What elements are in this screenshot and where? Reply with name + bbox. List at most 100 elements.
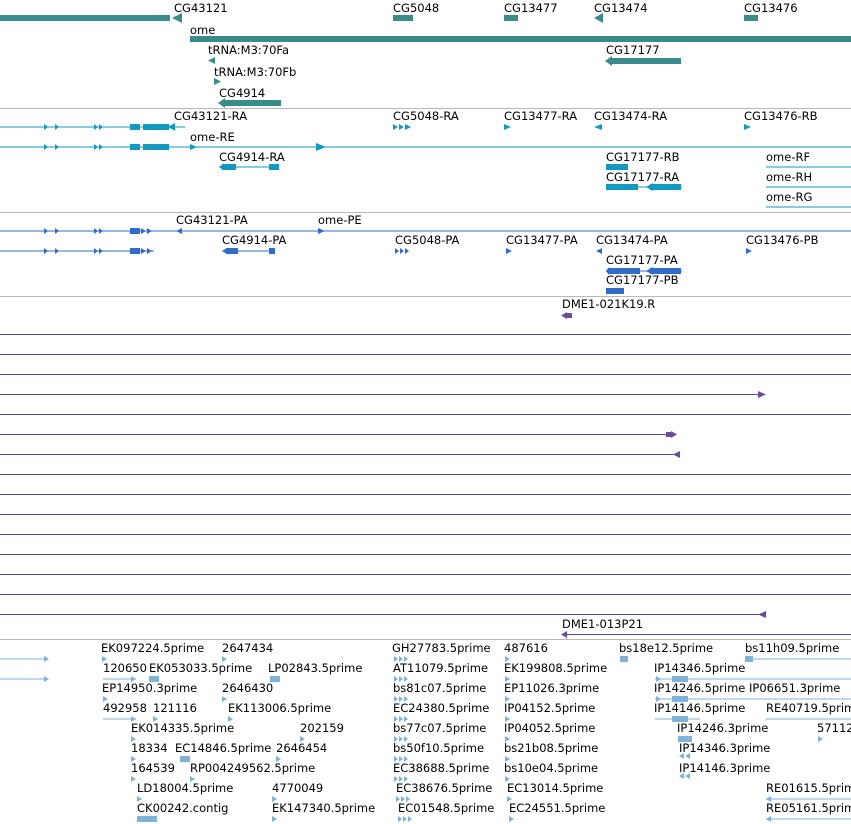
gene-cg17177-bar[interactable] [610,58,681,64]
bac-dme1-013p21-line[interactable] [566,634,851,635]
protein-cg5048-pa-glyph[interactable] [395,246,415,256]
est-label: EK113006.5prime [228,701,332,715]
est-label: EC24551.5prime [509,801,606,815]
protein-label: CG43121-PA [176,213,248,227]
transcript-label: CG4914-RA [219,150,285,164]
est-label: EC13014.5prime [507,781,604,795]
bac-clone-line[interactable] [0,474,851,475]
transcript-label: ome-RH [766,170,813,184]
est-label: bs77c07.5prime [393,721,487,735]
protein-label: CG13476-PB [746,233,819,247]
bac-clone-line[interactable] [0,534,851,535]
est-label: 2646430 [222,681,274,695]
gene-cg13477-bar[interactable] [504,15,518,21]
est-label: bs10e04.5prime [504,761,599,775]
bac-clone-line[interactable] [0,394,760,395]
est-label: 487616 [504,641,548,655]
bac-clone-line[interactable] [0,554,851,555]
transcript-label: CG13477-RA [504,109,578,123]
gene-cg13476-bar[interactable] [744,15,758,21]
bac-dme1-013p21-arrow [561,631,567,638]
est-label: IP04152.5prime [504,701,596,715]
bac-clone-end-arrow [758,391,766,398]
est-label: 18334 [131,741,168,755]
est-label: EK014335.5prime [131,721,235,735]
bac-clone-line[interactable] [0,574,851,575]
transcript-cg13476-rb-glyph[interactable] [744,122,756,132]
bac-clone-line[interactable] [0,374,851,375]
transcript-cg5048-ra-glyph[interactable] [393,122,413,132]
protein-label: CG17177-PB [606,273,679,287]
gene-label: CG13476 [744,1,798,15]
est-label: EK097224.5prime [101,641,205,655]
est-label: IP14246.5prime [654,681,746,695]
est-label: EC38676.5prime [396,781,493,795]
protein-label: CG13477-PA [506,233,578,247]
protein-track: CG43121-PA ome-PE CG4914-PA CG5048-PA CG… [0,213,851,296]
protein-cg43121-pa-glyph[interactable] [0,246,160,256]
protein-label: ome-PE [318,213,362,227]
bac-clone-line[interactable] [0,454,680,455]
est-label: IP14146.3prime [679,761,771,775]
est-label: 202159 [300,721,344,735]
est-label: bs21b08.5prime [504,741,599,755]
protein-cg13474-pa-glyph[interactable] [596,246,606,256]
bac-label: DME1-013P21 [562,617,644,631]
est-label: IP14346.5prime [654,661,746,675]
bac-clone-line[interactable] [0,434,668,435]
gene-label: ome [190,23,216,37]
gene-cg43121-bar[interactable] [0,15,170,21]
est-label: EC24380.5prime [393,701,490,715]
gene-cg4914-bar[interactable] [223,100,281,106]
protein-cg4914-pa-glyph[interactable] [222,246,278,256]
est-label: AT11079.5prime [393,661,489,675]
bac-clone-line[interactable] [0,594,851,595]
est-label: bs11h09.5prime [745,641,840,655]
est-label: GH27783.5prime [392,641,491,655]
est-label: EK199808.5prime [504,661,608,675]
protein-cg13476-pb-glyph[interactable] [746,246,756,256]
transcript-label: CG13476-RB [744,109,818,123]
est-label: EP11026.3prime [504,681,600,695]
est-label: 4770049 [272,781,324,795]
est-label: bs18e12.5prime [619,641,714,655]
gene-ome-bar[interactable] [190,36,851,42]
transcript-ome-re-glyph[interactable] [0,142,851,152]
transcript-label: CG13474-RA [594,109,668,123]
protein-label: CG13474-PA [596,233,668,247]
transcript-ome-rg-glyph[interactable] [766,204,851,210]
gene-cg5048-bar[interactable] [393,15,413,21]
est-label: 57112 [817,721,851,735]
protein-cg13477-pa-glyph[interactable] [506,246,516,256]
gene-label: CG17177 [606,43,660,57]
est-label: RP004249562.5prime [190,761,316,775]
gene-label: tRNA:M3:70Fa [208,43,289,57]
est-label: 492958 [103,701,147,715]
transcript-label: CG5048-RA [393,109,459,123]
bac-clone-line[interactable] [0,334,851,335]
transcript-label: CG17177-RB [606,150,680,164]
est-label: LP02843.5prime [268,661,363,675]
bac-clone-line[interactable] [0,514,851,515]
est-label: LD18004.5prime [137,781,234,795]
bac-clone-line[interactable] [0,414,851,415]
transcript-label: ome-RF [766,150,811,164]
est-label: 2646454 [276,741,328,755]
bac-clone-end-arrow [666,431,677,438]
est-track: EK097224.5prime 2647434 GH27783.5prime 4… [0,640,851,824]
transcript-track: CG43121-RA CG5048-RA CG13477-RA CG13474-… [0,109,851,211]
transcript-label: CG43121-RA [174,109,248,123]
protein-cg17177-pb-glyph[interactable] [606,286,626,296]
bac-clone-line[interactable] [0,354,851,355]
bac-clone-line[interactable] [0,614,762,615]
gene-track: CG43121 CG5048 CG13477 CG13474 CG13476 o… [0,0,851,108]
bac-clone-end-arrow [758,611,766,618]
protein-label: CG5048-PA [395,233,460,247]
gene-label: CG43121 [174,1,228,15]
transcript-cg13477-ra-glyph[interactable] [504,122,516,132]
transcript-cg13474-ra-glyph[interactable] [594,122,604,132]
bac-clone-line[interactable] [0,494,851,495]
transcript-cg43121-ra-glyph[interactable] [0,122,185,132]
gene-trna-fb-arrow [214,78,221,85]
est-label: EK147340.5prime [272,801,376,815]
